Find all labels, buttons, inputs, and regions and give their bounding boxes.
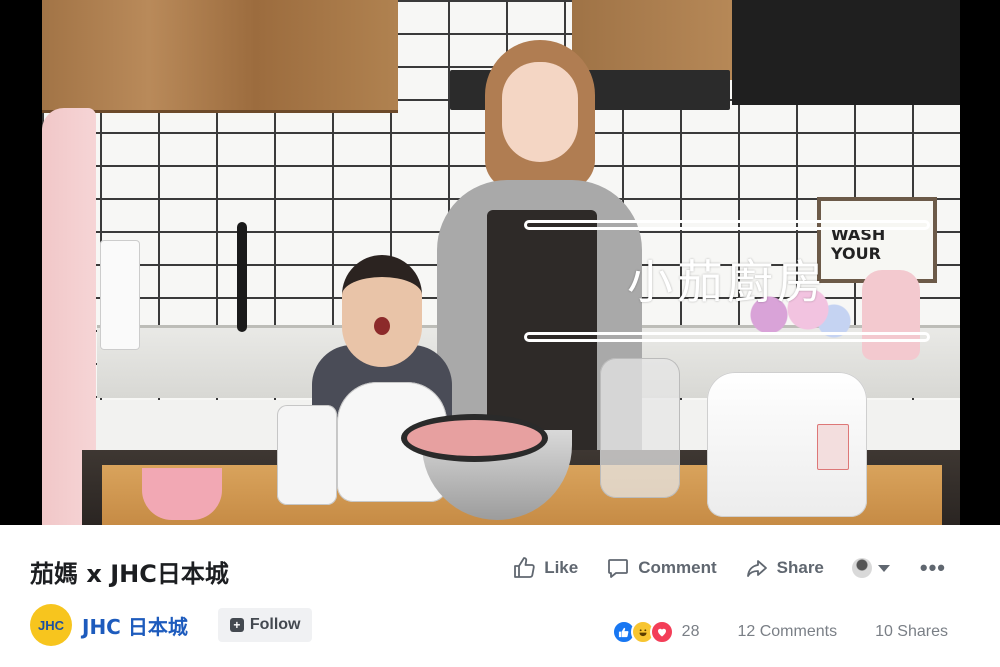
faucet — [237, 222, 247, 332]
shares-count-link[interactable]: 10 Shares — [875, 623, 948, 641]
more-options-icon[interactable]: ••• — [920, 557, 946, 579]
share-label: Share — [776, 558, 824, 577]
follow-label: Follow — [249, 616, 301, 633]
like-button[interactable]: Like — [512, 556, 578, 580]
page-name-link[interactable]: JHC 日本城 — [82, 611, 188, 640]
video-overlay-title: 小茄廚房 — [627, 255, 827, 309]
follow-button[interactable]: + Follow — [217, 608, 313, 642]
reaction-count[interactable]: 28 — [682, 623, 700, 641]
thumbs-up-icon — [514, 557, 535, 578]
post-title: 茄媽 x JHC日本城 — [30, 560, 229, 588]
comment-button[interactable]: Comment — [606, 556, 717, 580]
comment-icon — [608, 559, 629, 578]
user-avatar-icon — [851, 558, 872, 578]
post-stats: 28 12 Comments 10 Shares — [611, 620, 948, 644]
share-arrow-icon — [746, 560, 767, 577]
caret-down-icon — [877, 564, 890, 572]
wood-cabinet — [42, 0, 398, 113]
post-as-selector[interactable] — [851, 558, 890, 578]
video-title-overlay: 小茄廚房 — [524, 220, 930, 342]
video-player[interactable]: WASH YOUR 小茄廚房 — [0, 0, 1000, 525]
reaction-icons[interactable] — [611, 620, 674, 644]
share-button[interactable]: Share — [745, 556, 824, 580]
page-info: JHC JHC 日本城 + Follow — [30, 604, 313, 646]
love-reaction-icon — [649, 620, 674, 644]
like-label: Like — [544, 558, 579, 577]
pink-cup — [142, 468, 222, 520]
comments-count-link[interactable]: 12 Comments — [737, 623, 837, 641]
glass-jug — [600, 358, 680, 498]
post-actions: Like Comment Share ••• — [484, 556, 946, 580]
video-frame: WASH YOUR 小茄廚房 — [42, 0, 960, 525]
meat-plate — [407, 420, 542, 456]
comment-label: Comment — [638, 558, 717, 577]
paper-towel — [100, 240, 140, 350]
dark-cabinet — [732, 0, 960, 105]
plus-icon: + — [229, 618, 244, 632]
rice-cooker — [707, 372, 867, 517]
page-avatar[interactable]: JHC — [30, 604, 72, 646]
blender — [277, 405, 337, 505]
